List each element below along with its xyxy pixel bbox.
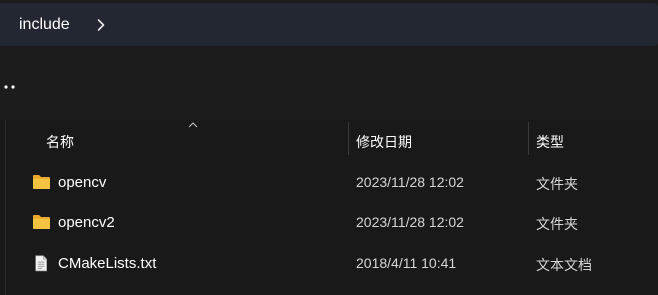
file-list: 名称 修改日期 类型 opencv 2023/11/28 12:02 文件夹 o… [0, 120, 658, 295]
file-row-cmakelists[interactable]: CMakeLists.txt 2018/4/11 10:41 文本文档 [0, 243, 658, 283]
column-divider[interactable] [528, 122, 529, 155]
file-row-opencv2[interactable]: opencv2 2023/11/28 12:02 文件夹 [0, 202, 658, 242]
column-divider[interactable] [348, 122, 349, 155]
file-row-opencv[interactable]: opencv 2023/11/28 12:02 文件夹 [0, 162, 658, 202]
file-date: 2023/11/28 12:02 [356, 214, 464, 230]
folder-icon [33, 175, 50, 189]
file-type: 文件夹 [536, 176, 578, 192]
file-date: 2023/11/28 12:02 [356, 174, 464, 190]
sort-up-caret-icon [188, 122, 198, 128]
breadcrumb[interactable]: include [0, 3, 658, 46]
column-header-row: 名称 修改日期 类型 [0, 120, 658, 158]
chevron-right-icon[interactable] [94, 18, 108, 32]
column-header-type[interactable]: 类型 [536, 132, 564, 152]
text-file-icon [35, 255, 47, 272]
file-type: 文件夹 [536, 216, 578, 232]
more-dots-icon[interactable] [3, 84, 17, 90]
column-header-date[interactable]: 修改日期 [356, 132, 412, 152]
file-name: opencv2 [58, 214, 115, 231]
command-bar [0, 50, 658, 120]
file-name: opencv [58, 174, 107, 191]
file-date: 2018/4/11 10:41 [356, 255, 457, 271]
file-name: CMakeLists.txt [58, 255, 157, 272]
file-explorer-window: include 名称 修改日期 类型 opencv 2023/11/28 12:… [0, 0, 658, 295]
column-header-name[interactable]: 名称 [46, 132, 74, 152]
breadcrumb-item-include[interactable]: include [19, 16, 70, 34]
address-bar: include [0, 0, 658, 50]
folder-icon [33, 215, 50, 229]
file-type: 文本文档 [536, 257, 592, 273]
